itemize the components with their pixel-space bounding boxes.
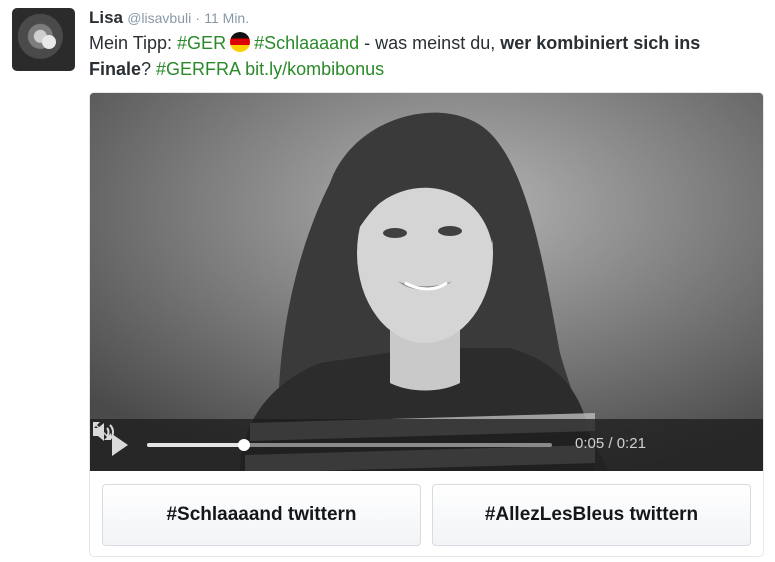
tweet-header: Lisa @lisavbuli · 11 Min. [89, 6, 249, 30]
progress-fill [147, 443, 245, 447]
schlaaaand-tweet-button[interactable]: #Schlaaaand twittern [102, 484, 421, 546]
video-controls: 0:05 / 0:21 [90, 419, 763, 471]
video-frame [90, 93, 763, 471]
fullscreen-icon[interactable] [90, 419, 114, 443]
tweet-link[interactable]: bit.ly/kombibonus [245, 59, 384, 79]
avatar-detail [42, 35, 56, 49]
hashtag-schlaaaand[interactable]: #Schlaaaand [254, 33, 359, 53]
user-handle[interactable]: @lisavbuli [127, 10, 191, 26]
tweet-text-part: ? [141, 59, 157, 79]
tweet-text-part: - was meinst du, [359, 33, 501, 53]
time-separator: / [608, 435, 613, 452]
current-time: 0:05 [575, 435, 605, 452]
progress-knob[interactable] [238, 439, 251, 451]
tweet-text-part: Mein Tipp: [89, 33, 178, 53]
hashtag-gerfra[interactable]: #GERFRA [156, 59, 240, 79]
user-name[interactable]: Lisa [89, 8, 123, 27]
separator-dot: · [195, 10, 201, 26]
progress-bar[interactable] [147, 439, 552, 451]
avatar[interactable] [12, 8, 75, 71]
duration: 0:21 [616, 435, 646, 452]
hashtag-ger[interactable]: #GER [177, 33, 226, 53]
timecode: 0:05 / 0:21 [575, 435, 646, 452]
media-card: 0:05 / 0:21 #Schlaaaand twittern #AllezL… [89, 92, 764, 557]
video-player[interactable]: 0:05 / 0:21 [90, 93, 763, 471]
timestamp[interactable]: 11 Min. [204, 10, 249, 26]
tweet-text: Mein Tipp: #GER #Schlaaaand - was meinst … [89, 30, 759, 82]
germany-flag-icon [230, 32, 251, 52]
allezlesbleus-tweet-button[interactable]: #AllezLesBleus twittern [432, 484, 751, 546]
